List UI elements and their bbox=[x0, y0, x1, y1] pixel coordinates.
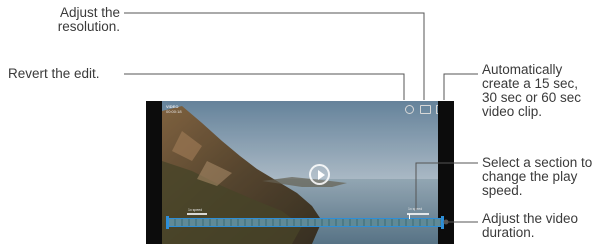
callout-lines bbox=[124, 12, 478, 225]
